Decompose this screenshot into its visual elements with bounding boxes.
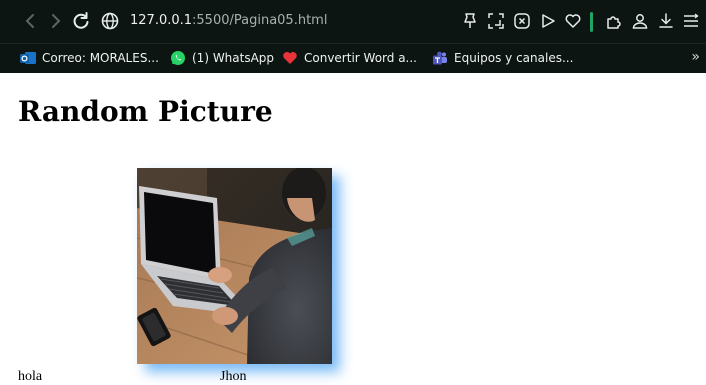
browser-toolbar: 127.0.0.1:5500/Pagina05.html <box>0 0 706 43</box>
forward-icon[interactable] <box>44 10 66 32</box>
bookmark-outlook[interactable]: Correo: MORALES... <box>20 48 159 68</box>
caption-left: hola <box>18 369 43 384</box>
bookmark-teams[interactable]: Equipos y canales... <box>432 48 573 68</box>
toolbar-divider <box>590 12 593 32</box>
bookmark-label: Equipos y canales... <box>454 51 574 65</box>
bookmark-convertir-word[interactable]: Convertir Word a... <box>282 48 417 68</box>
bookmark-label: Correo: MORALES... <box>42 51 159 65</box>
url-host: 127.0.0.1 <box>130 13 193 28</box>
bookmark-whatsapp[interactable]: (1) WhatsApp <box>170 48 274 68</box>
whatsapp-icon <box>171 51 185 65</box>
pin-icon[interactable] <box>460 11 480 31</box>
download-icon[interactable] <box>656 11 676 31</box>
bookmarks-bar: Correo: MORALES... (1) WhatsApp Converti… <box>0 43 706 73</box>
reload-icon[interactable] <box>70 10 92 32</box>
menu-icon[interactable] <box>681 11 701 31</box>
screenshot-icon[interactable] <box>486 11 506 31</box>
bookmark-label: Convertir Word a... <box>304 51 417 65</box>
address-bar[interactable]: 127.0.0.1:5500/Pagina05.html <box>130 12 327 30</box>
caption-right: Jhon <box>220 369 247 384</box>
heart-icon <box>283 52 297 64</box>
outlook-icon <box>20 52 36 64</box>
close-circle-icon[interactable] <box>512 11 532 31</box>
extensions-icon[interactable] <box>604 11 624 31</box>
heart-outline-icon[interactable] <box>563 11 583 31</box>
laptop-photo <box>137 168 332 364</box>
teams-icon <box>433 51 447 65</box>
random-picture <box>137 168 332 364</box>
send-icon[interactable] <box>538 11 558 31</box>
back-icon[interactable] <box>20 10 42 32</box>
profile-icon[interactable] <box>630 11 650 31</box>
url-path: :5500/Pagina05.html <box>192 13 328 28</box>
more-bookmarks-chevron-icon[interactable]: » <box>691 49 700 65</box>
site-info-globe-icon[interactable] <box>100 11 120 31</box>
bookmark-label: (1) WhatsApp <box>192 51 275 65</box>
page-title: Random Picture <box>18 95 273 128</box>
